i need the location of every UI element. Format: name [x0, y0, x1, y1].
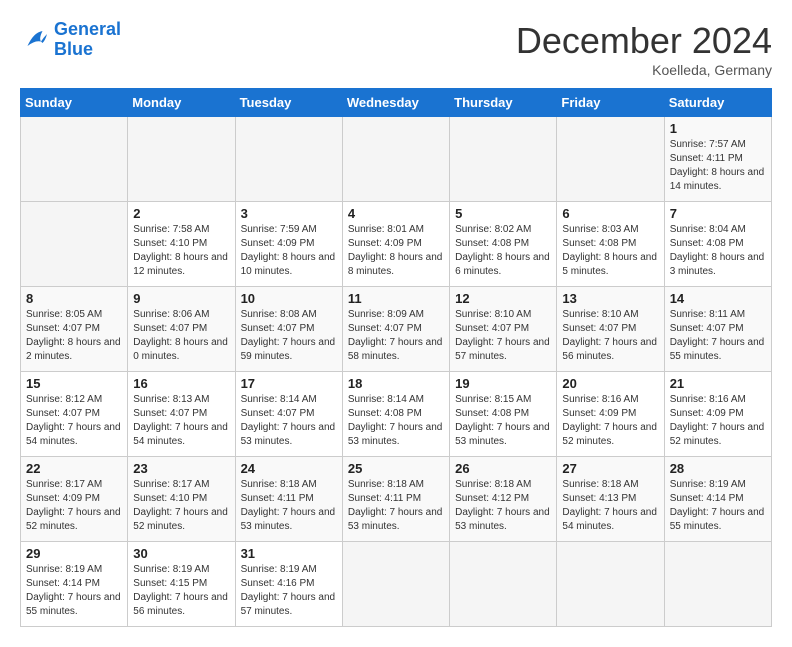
calendar-week-3: 15Sunrise: 8:12 AMSunset: 4:07 PMDayligh… [21, 372, 772, 457]
header-monday: Monday [128, 89, 235, 117]
calendar-day-24: 24Sunrise: 8:18 AMSunset: 4:11 PMDayligh… [235, 457, 342, 542]
calendar-day-9: 9Sunrise: 8:06 AMSunset: 4:07 PMDaylight… [128, 287, 235, 372]
calendar-day-11: 11Sunrise: 8:09 AMSunset: 4:07 PMDayligh… [342, 287, 449, 372]
calendar-day-14: 14Sunrise: 8:11 AMSunset: 4:07 PMDayligh… [664, 287, 771, 372]
calendar-day-21: 21Sunrise: 8:16 AMSunset: 4:09 PMDayligh… [664, 372, 771, 457]
header-thursday: Thursday [450, 89, 557, 117]
calendar-week-4: 22Sunrise: 8:17 AMSunset: 4:09 PMDayligh… [21, 457, 772, 542]
calendar-week-1: 2Sunrise: 7:58 AMSunset: 4:10 PMDaylight… [21, 202, 772, 287]
logo: General Blue [20, 20, 121, 60]
calendar-day-19: 19Sunrise: 8:15 AMSunset: 4:08 PMDayligh… [450, 372, 557, 457]
calendar-day-5: 5Sunrise: 8:02 AMSunset: 4:08 PMDaylight… [450, 202, 557, 287]
header-saturday: Saturday [664, 89, 771, 117]
empty-cell [21, 117, 128, 202]
header-friday: Friday [557, 89, 664, 117]
calendar-day-30: 30Sunrise: 8:19 AMSunset: 4:15 PMDayligh… [128, 542, 235, 627]
empty-cell [664, 542, 771, 627]
calendar-day-18: 18Sunrise: 8:14 AMSunset: 4:08 PMDayligh… [342, 372, 449, 457]
calendar-day-13: 13Sunrise: 8:10 AMSunset: 4:07 PMDayligh… [557, 287, 664, 372]
calendar-day-10: 10Sunrise: 8:08 AMSunset: 4:07 PMDayligh… [235, 287, 342, 372]
logo-icon [20, 25, 50, 55]
header-tuesday: Tuesday [235, 89, 342, 117]
calendar-day-17: 17Sunrise: 8:14 AMSunset: 4:07 PMDayligh… [235, 372, 342, 457]
calendar-day-12: 12Sunrise: 8:10 AMSunset: 4:07 PMDayligh… [450, 287, 557, 372]
empty-cell [128, 117, 235, 202]
calendar-week-0: 1Sunrise: 7:57 AMSunset: 4:11 PMDaylight… [21, 117, 772, 202]
logo-general: General [54, 19, 121, 39]
calendar-day-28: 28Sunrise: 8:19 AMSunset: 4:14 PMDayligh… [664, 457, 771, 542]
calendar-week-5: 29Sunrise: 8:19 AMSunset: 4:14 PMDayligh… [21, 542, 772, 627]
empty-cell [450, 542, 557, 627]
calendar-day-7: 7Sunrise: 8:04 AMSunset: 4:08 PMDaylight… [664, 202, 771, 287]
header-sunday: Sunday [21, 89, 128, 117]
calendar-day-3: 3Sunrise: 7:59 AMSunset: 4:09 PMDaylight… [235, 202, 342, 287]
empty-cell [21, 202, 128, 287]
calendar-header-row: SundayMondayTuesdayWednesdayThursdayFrid… [21, 89, 772, 117]
logo-blue: Blue [54, 39, 93, 59]
calendar-week-2: 8Sunrise: 8:05 AMSunset: 4:07 PMDaylight… [21, 287, 772, 372]
calendar-day-16: 16Sunrise: 8:13 AMSunset: 4:07 PMDayligh… [128, 372, 235, 457]
calendar-day-6: 6Sunrise: 8:03 AMSunset: 4:08 PMDaylight… [557, 202, 664, 287]
calendar-day-22: 22Sunrise: 8:17 AMSunset: 4:09 PMDayligh… [21, 457, 128, 542]
empty-cell [557, 117, 664, 202]
empty-cell [342, 542, 449, 627]
calendar-day-23: 23Sunrise: 8:17 AMSunset: 4:10 PMDayligh… [128, 457, 235, 542]
month-title: December 2024 [516, 20, 772, 62]
calendar-day-20: 20Sunrise: 8:16 AMSunset: 4:09 PMDayligh… [557, 372, 664, 457]
empty-cell [235, 117, 342, 202]
empty-cell [342, 117, 449, 202]
calendar-day-15: 15Sunrise: 8:12 AMSunset: 4:07 PMDayligh… [21, 372, 128, 457]
calendar-day-4: 4Sunrise: 8:01 AMSunset: 4:09 PMDaylight… [342, 202, 449, 287]
header-wednesday: Wednesday [342, 89, 449, 117]
calendar-day-8: 8Sunrise: 8:05 AMSunset: 4:07 PMDaylight… [21, 287, 128, 372]
calendar-day-27: 27Sunrise: 8:18 AMSunset: 4:13 PMDayligh… [557, 457, 664, 542]
calendar-day-29: 29Sunrise: 8:19 AMSunset: 4:14 PMDayligh… [21, 542, 128, 627]
calendar-table: SundayMondayTuesdayWednesdayThursdayFrid… [20, 88, 772, 627]
location-subtitle: Koelleda, Germany [516, 62, 772, 78]
empty-cell [557, 542, 664, 627]
calendar-day-25: 25Sunrise: 8:18 AMSunset: 4:11 PMDayligh… [342, 457, 449, 542]
title-block: December 2024 Koelleda, Germany [516, 20, 772, 78]
calendar-day-31: 31Sunrise: 8:19 AMSunset: 4:16 PMDayligh… [235, 542, 342, 627]
calendar-day-26: 26Sunrise: 8:18 AMSunset: 4:12 PMDayligh… [450, 457, 557, 542]
calendar-day-1: 1Sunrise: 7:57 AMSunset: 4:11 PMDaylight… [664, 117, 771, 202]
calendar-day-2: 2Sunrise: 7:58 AMSunset: 4:10 PMDaylight… [128, 202, 235, 287]
empty-cell [450, 117, 557, 202]
page-header: General Blue December 2024 Koelleda, Ger… [20, 20, 772, 78]
